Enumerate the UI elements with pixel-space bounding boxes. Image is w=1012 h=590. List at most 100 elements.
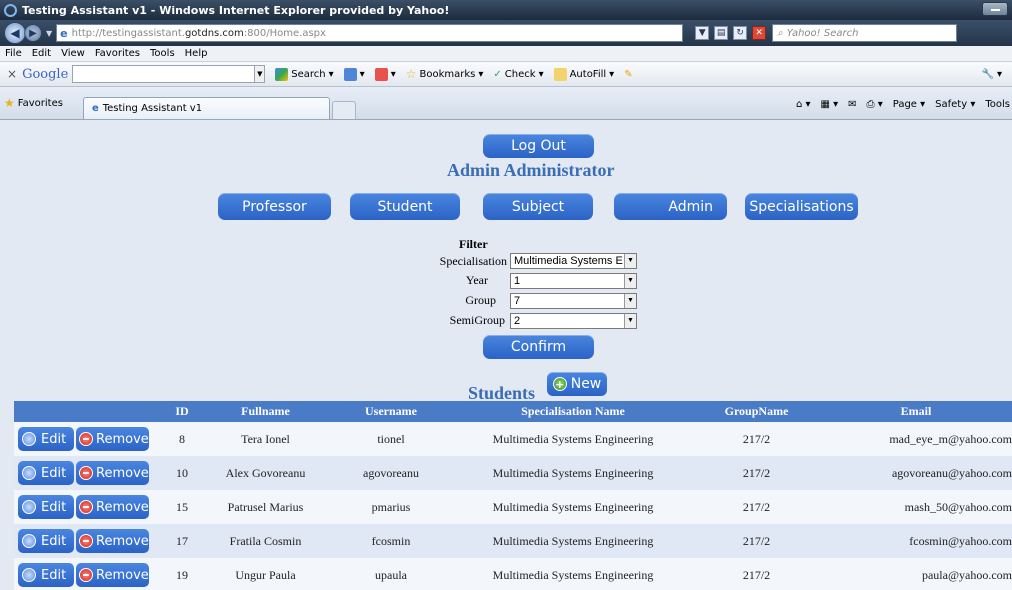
minimize-button[interactable] [982, 2, 1008, 16]
column-header-email[interactable]: Email [820, 401, 1012, 422]
google-search-button[interactable]: Search ▾ [275, 67, 334, 81]
column-header-id[interactable]: ID [162, 401, 202, 422]
column-header-username[interactable]: Username [329, 401, 453, 422]
page-icon: e [60, 26, 68, 40]
new-student-button[interactable]: + New [547, 372, 607, 396]
favorites-button[interactable]: ★ Favorites [4, 96, 63, 110]
bookmarks-button[interactable]: ☆ Bookmarks ▾ [406, 67, 484, 81]
tab-testing-assistant[interactable]: e Testing Assistant v1 [82, 97, 330, 119]
autofill-button[interactable]: AutoFill ▾ [553, 67, 614, 81]
cell-username: pmarius [329, 490, 453, 524]
tools-menu[interactable]: Tools [985, 99, 1010, 110]
year-select[interactable]: 1 ▼ [510, 273, 637, 289]
cell-username: tionel [329, 422, 453, 456]
menu-favorites[interactable]: Favorites [90, 48, 145, 59]
actions-column-header [14, 401, 162, 422]
remove-label: Remove [96, 499, 149, 515]
menu-edit[interactable]: Edit [27, 48, 56, 59]
google-toolbar: × Google ▼ Search ▾ ▾ ▾ ☆ Bookmarks ▾ ✓ … [0, 62, 1012, 87]
print-icon[interactable]: ⎙ ▾ [867, 99, 883, 110]
filter-heading: Filter [459, 237, 488, 251]
edit-button[interactable]: Edit [18, 529, 74, 553]
group-select[interactable]: 7 ▼ [510, 293, 637, 309]
highlight-button[interactable]: ✎ [624, 69, 632, 80]
table-row: Edit Remove 8 Tera Ionel tionel Multimedi… [14, 422, 1012, 456]
edit-label: Edit [41, 533, 67, 549]
logout-button[interactable]: Log Out [483, 134, 594, 158]
puzzle-button[interactable]: ▾ [343, 67, 365, 81]
menu-help[interactable]: Help [180, 48, 213, 59]
students-table: ID Fullname Username Specialisation Name… [14, 401, 1012, 590]
page-menu[interactable]: Page ▾ [893, 99, 925, 110]
spellcheck-icon: ✓ [493, 68, 502, 80]
url-dropdown-icon[interactable]: ▼ [695, 26, 710, 40]
mail-icon[interactable]: ✉ [848, 99, 856, 110]
cell-specialisation: Multimedia Systems Engineering [453, 456, 693, 490]
history-dropdown-icon[interactable]: ▼ [46, 29, 52, 38]
column-header-specialisation[interactable]: Specialisation Name [453, 401, 693, 422]
remove-button[interactable]: Remove [76, 529, 149, 553]
google-dropdown-icon[interactable]: ▼ [255, 65, 266, 83]
nav-student[interactable]: Student [350, 193, 460, 220]
cell-specialisation: Multimedia Systems Engineering [453, 558, 693, 590]
url-field[interactable]: e http://testingassistant. gotdns.com:800… [56, 24, 684, 42]
cell-fullname: Ungur Paula [202, 558, 329, 590]
cell-id: 15 [162, 490, 202, 524]
specialisation-select[interactable]: Multimedia Systems E ▼ [510, 253, 637, 269]
close-toolbar-icon[interactable]: × [7, 67, 17, 81]
google-logo: Google [22, 66, 69, 82]
back-button[interactable]: ◀ [4, 22, 26, 44]
menu-file[interactable]: File [0, 48, 27, 59]
tab-page-icon: e [91, 103, 99, 114]
remove-button[interactable]: Remove [76, 427, 149, 451]
edit-button[interactable]: Edit [18, 563, 74, 587]
nav-professor[interactable]: Professor [218, 193, 331, 220]
feeds-icon[interactable]: ▦ ▾ [820, 99, 838, 110]
group-value: 7 [514, 295, 521, 307]
remove-label: Remove [96, 431, 149, 447]
cell-id: 19 [162, 558, 202, 590]
nav-admin[interactable]: Admin [614, 193, 727, 220]
table-row: Edit Remove 17 Fratila Cosmin fcosmin Mul… [14, 524, 1012, 558]
settings-button[interactable]: 🔧 ▾ [982, 69, 1002, 80]
semigroup-select[interactable]: 2 ▼ [510, 313, 637, 329]
remove-button[interactable]: Remove [76, 495, 149, 519]
row-actions: Edit Remove [14, 490, 162, 524]
specialisation-value: Multimedia Systems E [514, 255, 623, 267]
menu-bar: File Edit View Favorites Tools Help [0, 46, 1012, 62]
wrench-icon: 🔧 [981, 68, 994, 80]
chevron-down-icon: ▼ [624, 254, 636, 268]
specialisation-label: Specialisation [439, 254, 507, 268]
remove-button[interactable]: Remove [76, 461, 149, 485]
confirm-button[interactable]: Confirm [483, 335, 594, 359]
search-field[interactable]: ⌕ Yahoo! Search [772, 24, 958, 42]
edit-button[interactable]: Edit [18, 495, 74, 519]
menu-tools[interactable]: Tools [145, 48, 180, 59]
stop-icon[interactable]: ✕ [752, 26, 767, 40]
safety-menu[interactable]: Safety ▾ [935, 99, 975, 110]
forward-button[interactable]: ▶ [24, 24, 42, 42]
nav-specialisations[interactable]: Specialisations [745, 193, 858, 220]
remove-icon [79, 432, 93, 446]
column-header-fullname[interactable]: Fullname [202, 401, 329, 422]
home-icon[interactable]: ⌂ ▾ [796, 99, 811, 110]
group-label: Group [465, 293, 496, 307]
nav-subject[interactable]: Subject [483, 193, 593, 220]
table-row: Edit Remove 19 Ungur Paula upaula Multime… [14, 558, 1012, 590]
pagerank-button[interactable]: ▾ [374, 67, 396, 81]
edit-button[interactable]: Edit [18, 427, 74, 451]
cell-specialisation: Multimedia Systems Engineering [453, 490, 693, 524]
cell-specialisation: Multimedia Systems Engineering [453, 524, 693, 558]
url-suffix: :800/Home.aspx [243, 27, 326, 39]
edit-button[interactable]: Edit [18, 461, 74, 485]
table-row: Edit Remove 15 Patrusel Marius pmarius Mu… [14, 490, 1012, 524]
column-header-groupname[interactable]: GroupName [693, 401, 820, 422]
compatibility-icon[interactable]: ▤ [714, 26, 729, 40]
new-tab-button[interactable] [331, 101, 356, 119]
autofill-icon [553, 67, 567, 81]
refresh-icon[interactable]: ↻ [733, 26, 748, 40]
google-search-input[interactable] [72, 65, 256, 83]
remove-button[interactable]: Remove [76, 563, 149, 587]
check-button[interactable]: ✓ Check ▾ [493, 69, 543, 80]
menu-view[interactable]: View [56, 48, 90, 59]
